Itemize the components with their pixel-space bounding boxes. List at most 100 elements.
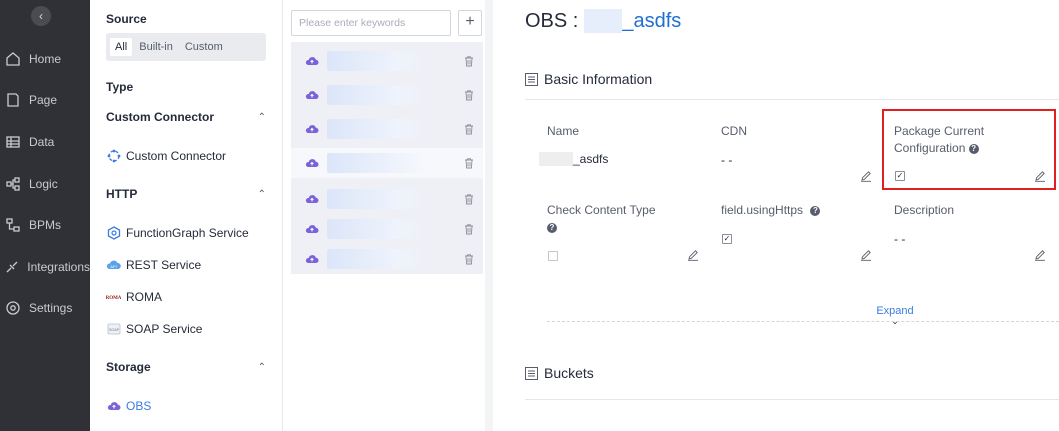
name-value: _asdfs bbox=[539, 152, 608, 166]
home-icon bbox=[4, 50, 22, 68]
obs-cloud-icon bbox=[305, 125, 319, 133]
edit-icon[interactable] bbox=[860, 170, 872, 182]
catalog-item-functiongraph[interactable]: FunctionGraph Service bbox=[106, 225, 249, 240]
using-https-checkbox[interactable]: ✓ bbox=[722, 234, 732, 244]
title-prefix: OBS : bbox=[525, 9, 579, 32]
group-http[interactable]: HTTP ⌃ bbox=[106, 187, 266, 201]
obs-cloud-icon bbox=[305, 159, 319, 167]
redacted-name bbox=[327, 189, 427, 209]
svg-text:ROMA: ROMA bbox=[106, 296, 121, 301]
expand-button[interactable]: Expand ⌄ bbox=[876, 305, 914, 326]
list-item[interactable] bbox=[291, 244, 483, 274]
page-icon bbox=[4, 91, 22, 109]
source-tab-custom[interactable]: Custom bbox=[180, 38, 228, 56]
help-icon[interactable]: ? bbox=[547, 223, 557, 233]
delete-icon[interactable] bbox=[463, 253, 475, 265]
catalog-item-obs[interactable]: OBS bbox=[106, 398, 151, 413]
source-tab-built-in[interactable]: Built-in bbox=[134, 38, 178, 56]
soap-service-icon: SOAP bbox=[106, 321, 121, 336]
source-title: Source bbox=[106, 12, 147, 26]
check-content-type-label: Check Content Type ? bbox=[547, 202, 656, 236]
roma-icon: ROMA bbox=[106, 289, 121, 304]
catalog-item-label: FunctionGraph Service bbox=[126, 225, 249, 240]
group-custom-connector[interactable]: Custom Connector ⌃ bbox=[106, 110, 266, 124]
nav-item-home[interactable]: Home bbox=[0, 47, 90, 71]
catalog-item-soap[interactable]: SOAP SOAP Service bbox=[106, 321, 202, 336]
help-icon[interactable]: ? bbox=[810, 206, 821, 216]
section-title: Basic Information bbox=[544, 71, 653, 87]
delete-icon[interactable] bbox=[463, 55, 475, 67]
obs-cloud-icon bbox=[305, 91, 319, 99]
obs-cloud-icon bbox=[106, 398, 121, 413]
obs-cloud-icon bbox=[305, 255, 319, 263]
group-title: Storage bbox=[106, 360, 151, 374]
section-title: Buckets bbox=[544, 365, 594, 381]
catalog-item-label: REST Service bbox=[126, 257, 202, 272]
redacted-name bbox=[327, 51, 427, 71]
nav-item-logic[interactable]: Logic bbox=[0, 172, 90, 196]
using-https-label: field.usingHttps ? bbox=[721, 202, 821, 219]
functiongraph-icon bbox=[106, 225, 121, 240]
name-value-text: _asdfs bbox=[573, 152, 609, 166]
nav-item-label: Page bbox=[29, 93, 58, 107]
list-item-selected[interactable] bbox=[291, 148, 483, 178]
buckets-header: Buckets bbox=[525, 365, 594, 381]
section-divider bbox=[525, 399, 1059, 400]
check-content-type-checkbox[interactable] bbox=[548, 251, 558, 261]
integrations-icon bbox=[4, 258, 20, 276]
connector-detail: OBS : _asdfs Basic Information Name _asd… bbox=[501, 0, 1059, 431]
svg-text:SOAP: SOAP bbox=[109, 327, 120, 331]
instance-list: Please enter keywords + bbox=[283, 0, 493, 431]
add-instance-button[interactable]: + bbox=[458, 10, 482, 36]
catalog-item-roma[interactable]: ROMA ROMA bbox=[106, 289, 162, 304]
list-item[interactable] bbox=[291, 114, 483, 144]
redacted-name bbox=[539, 152, 573, 166]
obs-cloud-icon bbox=[305, 195, 319, 203]
description-label: Description bbox=[894, 203, 955, 217]
delete-icon[interactable] bbox=[463, 223, 475, 235]
group-title: Custom Connector bbox=[106, 110, 214, 124]
nav-item-page[interactable]: Page bbox=[0, 88, 90, 112]
nav-item-integrations[interactable]: Integrations bbox=[0, 255, 90, 279]
catalog-item-custom-connector[interactable]: Custom Connector bbox=[106, 148, 226, 163]
chevron-up-icon: ⌃ bbox=[257, 188, 266, 200]
list-item[interactable] bbox=[291, 214, 483, 244]
description-value: - - bbox=[894, 232, 906, 246]
redacted-name bbox=[327, 85, 427, 105]
cdn-label: CDN bbox=[721, 124, 747, 138]
source-tab-all[interactable]: All bbox=[110, 38, 133, 56]
nav-item-label: BPMs bbox=[29, 218, 62, 232]
basic-info-header: Basic Information bbox=[525, 71, 652, 87]
connector-catalog: Source All Built-in Custom Type Custom C… bbox=[90, 0, 283, 431]
settings-icon bbox=[4, 299, 22, 317]
list-item[interactable] bbox=[291, 46, 483, 76]
collapse-nav-button[interactable]: ‹ bbox=[31, 6, 51, 26]
delete-icon[interactable] bbox=[463, 123, 475, 135]
group-title: HTTP bbox=[106, 187, 138, 201]
redacted-name bbox=[327, 119, 427, 139]
edit-icon[interactable] bbox=[860, 249, 872, 261]
edit-icon[interactable] bbox=[687, 249, 699, 261]
nav-item-bpms[interactable]: BPMs bbox=[0, 213, 90, 237]
catalog-item-label: OBS bbox=[126, 398, 152, 413]
list-item[interactable] bbox=[291, 184, 483, 214]
search-input[interactable]: Please enter keywords bbox=[291, 10, 451, 36]
instance-rows bbox=[291, 42, 483, 274]
group-storage[interactable]: Storage ⌃ bbox=[106, 360, 266, 374]
delete-icon[interactable] bbox=[463, 193, 475, 205]
section-divider bbox=[525, 99, 1059, 100]
redacted-name bbox=[327, 249, 427, 269]
list-item[interactable] bbox=[291, 80, 483, 110]
edit-icon[interactable] bbox=[1034, 249, 1046, 261]
custom-connector-icon bbox=[106, 148, 121, 163]
list-icon bbox=[525, 366, 538, 380]
delete-icon[interactable] bbox=[463, 89, 475, 101]
nav-item-settings[interactable]: Settings bbox=[0, 296, 90, 320]
catalog-item-label: Custom Connector bbox=[126, 148, 227, 163]
delete-icon[interactable] bbox=[463, 157, 475, 169]
redacted-title-part bbox=[584, 9, 623, 33]
page-title: OBS : _asdfs bbox=[525, 9, 681, 33]
nav-item-data[interactable]: Data bbox=[0, 130, 90, 154]
catalog-item-rest[interactable]: API REST Service bbox=[106, 257, 201, 272]
name-label: Name bbox=[547, 124, 580, 138]
